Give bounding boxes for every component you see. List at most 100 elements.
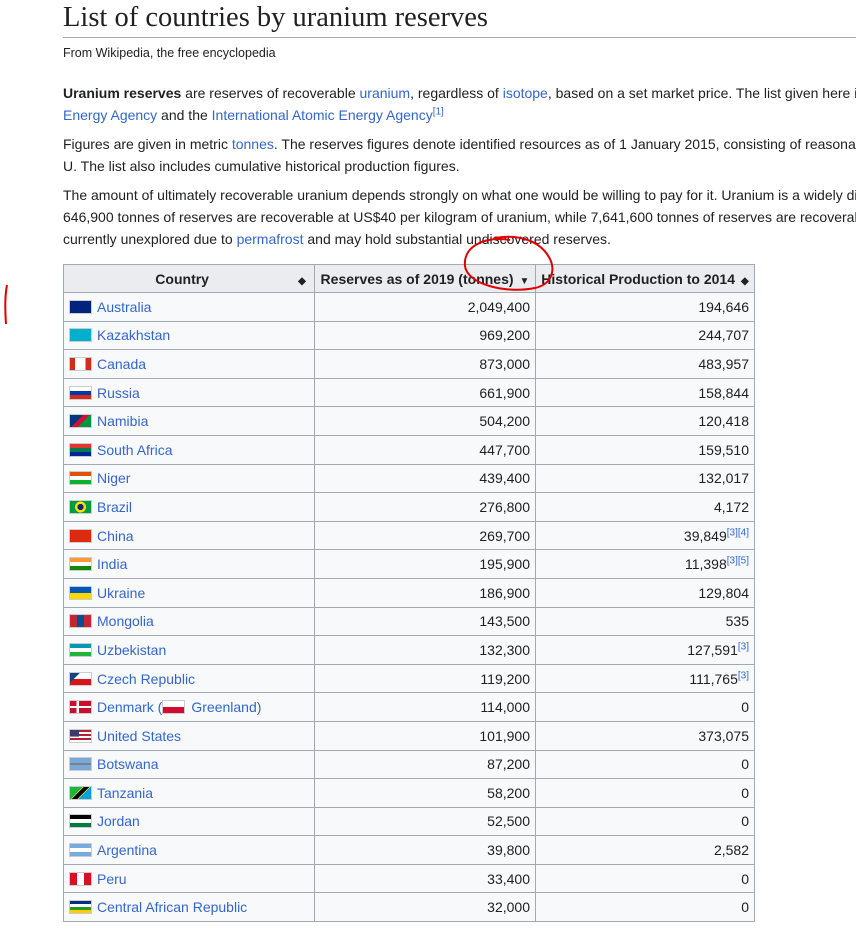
cell-reserves: 132,300 [314,635,536,665]
flag-icon [162,700,186,715]
country-link[interactable]: Central African Republic [97,899,247,915]
table-row: Mongolia 143,500 535 [63,606,755,637]
cell-reserves: 32,000 [314,892,536,923]
link-iaea[interactable]: International Atomic Energy Agency [212,107,433,123]
cell-reserves: 504,200 [314,406,536,436]
country-link[interactable]: Tanzania [97,785,153,801]
cell-reserves: 119,200 [314,663,536,694]
table-row: Niger 439,400 132,017 [63,463,755,494]
ref-1[interactable]: [1] [433,106,444,117]
cell-reserves: 873,000 [314,349,536,379]
cell-production: 39,849[3][4] [535,520,755,551]
cell-production: 0 [535,892,755,923]
table-row: South Africa 447,700 159,510 [63,434,755,465]
link-isotope[interactable]: isotope [503,85,548,101]
table-row: Kazakhstan 969,200 244,707 [63,320,755,351]
cell-production: 0 [535,778,755,808]
country-link[interactable]: Australia [97,299,151,315]
country-link[interactable]: Denmark [97,699,154,715]
table-row: China 269,700 39,849[3][4] [63,520,755,551]
cell-country: Botswana [63,749,315,780]
cell-country: United States [63,720,315,751]
table-row: Russia 661,900 158,844 [63,377,755,408]
cell-reserves: 52,500 [314,806,536,837]
cell-reserves: 87,200 [314,749,536,780]
cell-reserves: 269,700 [314,520,536,551]
cell-country: Jordan [63,806,315,837]
flag-icon [69,700,92,715]
country-link[interactable]: India [97,556,127,572]
country-link[interactable]: Russia [97,385,140,401]
flag-icon [69,471,92,486]
header-reserves[interactable]: Reserves as of 2019 (tonnes) ▼ [314,264,536,293]
flag-icon [69,757,92,772]
country-link[interactable]: Brazil [97,499,132,515]
table-row: Namibia 504,200 120,418 [63,406,755,436]
citation-ref[interactable]: [3] [738,670,749,681]
link-uranium[interactable]: uranium [360,85,411,101]
table-header-row: Country ◆ Reserves as of 2019 (tonnes) ▼ H… [63,264,755,293]
table-row: Ukraine 186,900 129,804 [63,577,755,608]
cell-reserves: 58,200 [314,778,536,808]
country-link[interactable]: Jordan [97,813,140,829]
flag-icon [69,499,92,514]
flag-icon [69,671,92,686]
country-link[interactable]: Namibia [97,413,148,429]
country-link-secondary[interactable]: Greenland [191,699,256,715]
flag-icon [69,528,92,543]
citation-ref[interactable]: [3] [738,641,749,652]
intro-paragraph-3: The amount of ultimately recoverable ura… [63,187,856,247]
cell-production: 111,765[3] [535,663,755,694]
flag-icon [69,614,92,629]
country-link[interactable]: Uzbekistan [97,642,166,658]
link-tonnes[interactable]: tonnes [232,136,274,152]
citation-ref[interactable]: [3][5] [727,555,749,566]
flag-icon [69,299,92,314]
country-link[interactable]: South Africa [97,442,173,458]
table-row: Tanzania 58,200 0 [63,778,755,808]
country-link[interactable]: Botswana [97,756,158,772]
link-permafrost[interactable]: permafrost [237,231,304,247]
sort-icon[interactable]: ◆ [298,276,306,287]
country-link[interactable]: Peru [97,871,127,887]
country-link[interactable]: Argentina [97,842,157,858]
link-energy-agency[interactable]: Energy Agency [63,107,157,123]
cell-production: 0 [535,863,755,894]
flag-icon [69,814,92,829]
cell-country: India [63,549,315,579]
cell-production: 194,646 [535,292,755,322]
country-link[interactable]: China [97,528,134,544]
flag-icon [69,785,92,800]
table-body: Australia 2,049,400 194,646 Kazakhstan 969,2… [63,292,755,923]
citation-ref[interactable]: [3][4] [727,527,749,538]
cell-production: 483,957 [535,349,755,379]
red-annotation-stroke [4,284,8,325]
country-link[interactable]: Niger [97,470,130,486]
cell-production: 132,017 [535,463,755,494]
flag-icon [69,442,92,457]
cell-country: China [63,520,315,551]
table-row: Central African Republic 32,000 0 [63,892,755,923]
cell-reserves: 33,400 [314,863,536,894]
cell-country: Kazakhstan [63,320,315,351]
cell-production: 11,398[3][5] [535,549,755,579]
flag-icon [69,385,92,400]
sort-desc-icon[interactable]: ▼ [520,276,530,287]
country-link[interactable]: Ukraine [97,585,145,601]
flag-icon [69,871,92,886]
country-link[interactable]: United States [97,728,181,744]
flag-icon [69,557,92,572]
sort-icon[interactable]: ◆ [741,276,749,287]
cell-production: 120,418 [535,406,755,436]
country-link[interactable]: Mongolia [97,613,154,629]
cell-production: 0 [535,692,755,722]
header-production[interactable]: Historical Production to 2014 ◆ [535,264,755,293]
table-row: Denmark (Greenland) 114,000 0 [63,692,755,722]
country-link[interactable]: Canada [97,356,146,372]
flag-icon [69,642,92,657]
cell-production: 535 [535,606,755,637]
header-country[interactable]: Country ◆ [63,264,315,293]
country-link[interactable]: Czech Republic [97,671,195,687]
country-link[interactable]: Kazakhstan [97,327,170,343]
flag-icon [69,585,92,600]
